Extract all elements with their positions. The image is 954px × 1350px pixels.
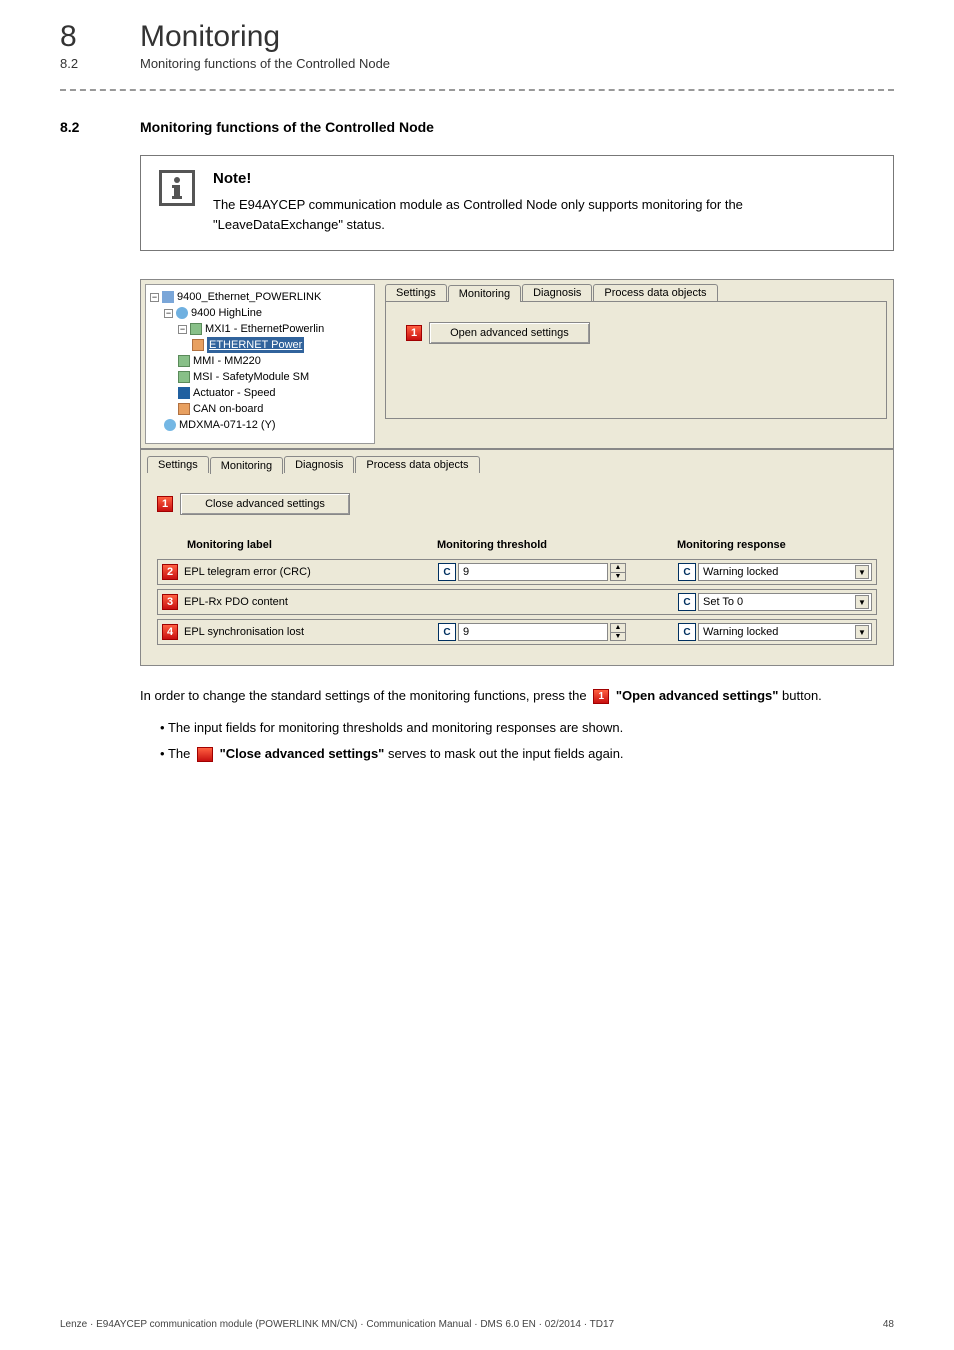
divider — [60, 89, 894, 91]
section-title: Monitoring functions of the Controlled N… — [140, 119, 434, 135]
project-icon — [162, 291, 174, 303]
response-select[interactable]: Warning locked▼ — [698, 563, 872, 581]
spinner[interactable]: ▲▼ — [610, 563, 626, 581]
screenshot-monitoring-table: Settings Monitoring Diagnosis Process da… — [140, 449, 894, 666]
tree-node[interactable]: CAN on-board — [193, 401, 263, 417]
monitoring-row: 4 EPL synchronisation lost C 9 ▲▼ C Warn… — [157, 619, 877, 645]
monitoring-label: EPL telegram error (CRC) — [184, 566, 438, 578]
close-advanced-button[interactable]: Close advanced settings — [180, 493, 350, 515]
tab-settings[interactable]: Settings — [147, 456, 209, 473]
callout-marker-1-inline: 1 — [593, 689, 609, 704]
tree-node[interactable]: MSI - SafetyModule SM — [193, 369, 309, 385]
page-number: 48 — [883, 1319, 894, 1330]
response-select[interactable]: Set To 0▼ — [698, 593, 872, 611]
tree-node[interactable]: Actuator - Speed — [193, 385, 276, 401]
collapse-icon[interactable]: − — [178, 325, 187, 334]
c-button[interactable]: C — [678, 593, 696, 611]
sub-title: Monitoring functions of the Controlled N… — [140, 56, 390, 71]
monitoring-label: EPL synchronisation lost — [184, 626, 438, 638]
c-button[interactable]: C — [678, 623, 696, 641]
module-icon — [178, 355, 190, 367]
chapter-header: 8 Monitoring — [60, 20, 894, 54]
header-label: Monitoring label — [187, 539, 437, 551]
tab-strip: Settings Monitoring Diagnosis Process da… — [385, 284, 887, 301]
chevron-down-icon[interactable]: ▼ — [855, 565, 869, 579]
spinner-down-icon[interactable]: ▼ — [611, 633, 625, 641]
sub-header: 8.2 Monitoring functions of the Controll… — [60, 56, 894, 71]
bullet-item: • The input fields for monitoring thresh… — [160, 718, 894, 739]
spinner[interactable]: ▲▼ — [610, 623, 626, 641]
paragraph: In order to change the standard settings… — [140, 686, 894, 706]
tree-node[interactable]: MDXMA-071-12 (Y) — [179, 417, 276, 433]
callout-marker-4: 4 — [162, 624, 178, 640]
spinner-up-icon[interactable]: ▲ — [611, 564, 625, 573]
tab-diagnosis[interactable]: Diagnosis — [522, 284, 592, 301]
info-icon — [159, 170, 195, 206]
header-threshold: Monitoring threshold — [437, 539, 677, 551]
unknown-icon — [164, 419, 176, 431]
callout-marker-1: 1 — [157, 496, 173, 512]
actuator-icon — [178, 387, 190, 399]
callout-marker-1-inline: 1 — [197, 747, 213, 762]
collapse-icon[interactable]: − — [164, 309, 173, 318]
response-select[interactable]: Warning locked▼ — [698, 623, 872, 641]
callout-marker-1: 1 — [406, 325, 422, 341]
chevron-down-icon[interactable]: ▼ — [855, 625, 869, 639]
device-tree[interactable]: −9400_Ethernet_POWERLINK −9400 HighLine … — [145, 284, 375, 444]
tab-strip: Settings Monitoring Diagnosis Process da… — [147, 456, 887, 473]
note-heading: Note! — [213, 170, 875, 187]
header-response: Monitoring response — [677, 539, 873, 551]
module-icon — [178, 403, 190, 415]
tree-node[interactable]: 9400 HighLine — [191, 305, 262, 321]
tab-monitoring[interactable]: Monitoring — [448, 285, 521, 302]
tab-content: 1 Open advanced settings — [385, 301, 887, 419]
tab-settings[interactable]: Settings — [385, 284, 447, 301]
monitoring-headers: Monitoring label Monitoring threshold Mo… — [157, 533, 877, 559]
bullet-item: • The 1 "Close advanced settings" serves… — [160, 744, 894, 765]
monitoring-row: 2 EPL telegram error (CRC) C 9 ▲▼ C Warn… — [157, 559, 877, 585]
chevron-down-icon[interactable]: ▼ — [855, 595, 869, 609]
tab-monitoring[interactable]: Monitoring — [210, 457, 283, 474]
chapter-number: 8 — [60, 20, 140, 54]
monitoring-label: EPL-Rx PDO content — [184, 596, 438, 608]
spinner-up-icon[interactable]: ▲ — [611, 624, 625, 633]
note-box: Note! The E94AYCEP communication module … — [140, 155, 894, 251]
open-advanced-button[interactable]: Open advanced settings — [429, 322, 590, 344]
threshold-input[interactable]: 9 — [458, 563, 608, 581]
device-icon — [176, 307, 188, 319]
tree-node-selected[interactable]: ETHERNET Power — [207, 337, 304, 353]
spinner-down-icon[interactable]: ▼ — [611, 573, 625, 581]
note-text: The E94AYCEP communication module as Con… — [213, 195, 875, 234]
section-number: 8.2 — [60, 119, 140, 135]
sub-number: 8.2 — [60, 56, 140, 71]
module-icon — [192, 339, 204, 351]
section-heading: 8.2 Monitoring functions of the Controll… — [60, 119, 894, 135]
c-button[interactable]: C — [438, 563, 456, 581]
tab-diagnosis[interactable]: Diagnosis — [284, 456, 354, 473]
callout-marker-3: 3 — [162, 594, 178, 610]
callout-marker-2: 2 — [162, 564, 178, 580]
tree-node[interactable]: MMI - MM220 — [193, 353, 261, 369]
tree-node[interactable]: MXI1 - EthernetPowerlin — [205, 321, 324, 337]
tree-root[interactable]: 9400_Ethernet_POWERLINK — [177, 289, 321, 305]
tab-process-data[interactable]: Process data objects — [593, 284, 717, 301]
threshold-input[interactable]: 9 — [458, 623, 608, 641]
collapse-icon[interactable]: − — [150, 293, 159, 302]
footer-text: Lenze · E94AYCEP communication module (P… — [60, 1319, 614, 1330]
screenshot-tree-tabs: −9400_Ethernet_POWERLINK −9400 HighLine … — [140, 279, 894, 449]
module-icon — [178, 371, 190, 383]
c-button[interactable]: C — [678, 563, 696, 581]
module-icon — [190, 323, 202, 335]
c-button[interactable]: C — [438, 623, 456, 641]
footer: Lenze · E94AYCEP communication module (P… — [60, 1319, 894, 1330]
chapter-title: Monitoring — [140, 20, 280, 54]
tab-process-data[interactable]: Process data objects — [355, 456, 479, 473]
monitoring-row: 3 EPL-Rx PDO content C Set To 0▼ — [157, 589, 877, 615]
